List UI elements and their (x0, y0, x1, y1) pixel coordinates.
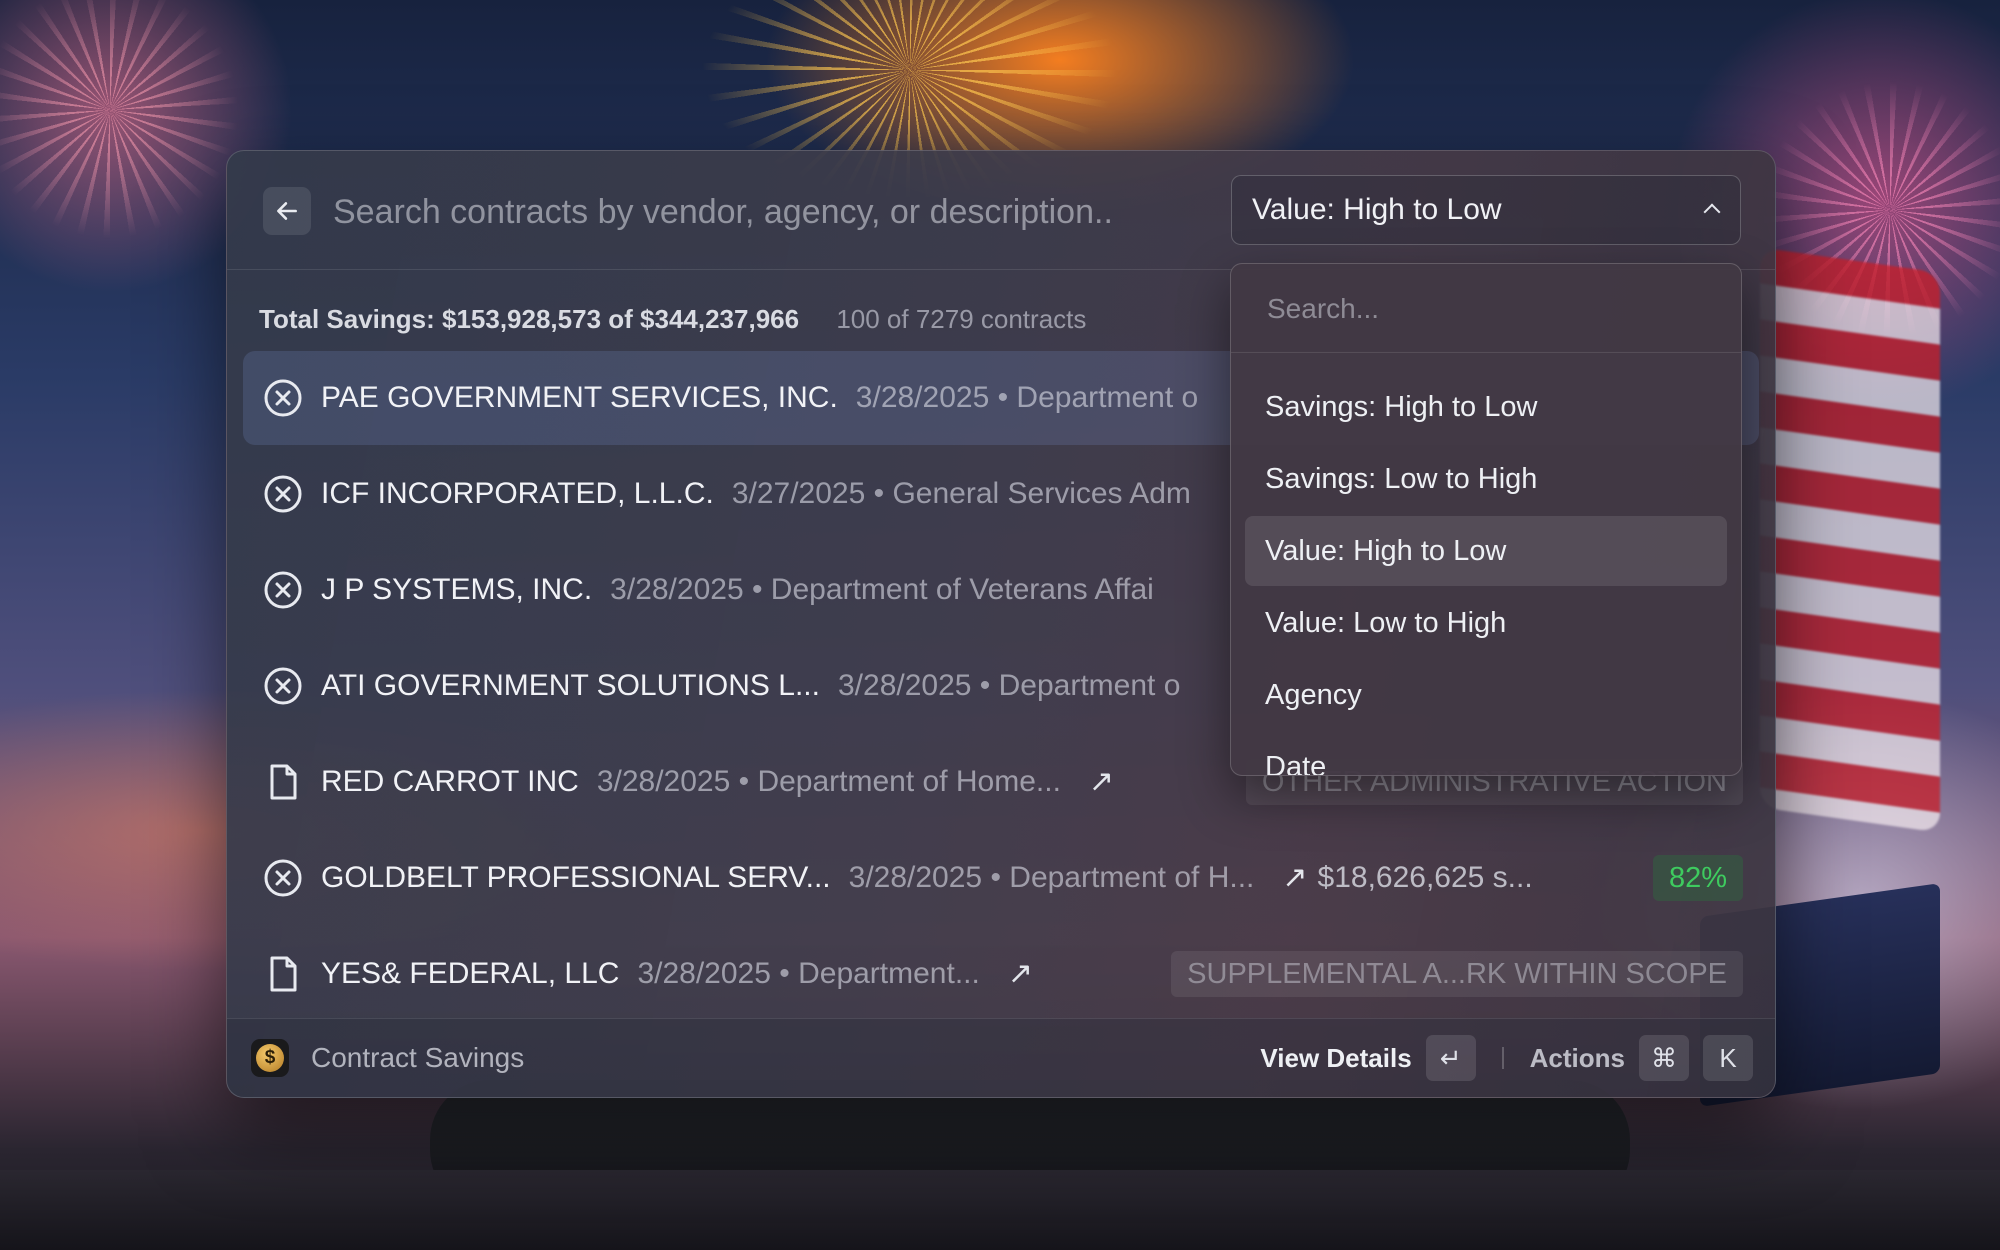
list-item[interactable]: GOLDBELT PROFESSIONAL SERV... 3/28/2025 •… (243, 831, 1759, 925)
sort-option-savings-high-low[interactable]: Savings: High to Low (1245, 372, 1727, 442)
external-link-icon[interactable]: ↗ (1008, 957, 1033, 990)
action-bar: $ Contract Savings View Details ↵ Action… (227, 1018, 1775, 1097)
document-icon (270, 956, 297, 992)
results-summary: Total Savings: $153,928,573 of $344,237,… (259, 301, 1086, 337)
savings-percent-badge: 82% (1652, 855, 1743, 901)
k-key-hint: K (1703, 1035, 1753, 1081)
vendor-name: RED CARROT INC (321, 765, 579, 798)
sort-dropdown[interactable]: Value: High to Low (1231, 175, 1741, 245)
dollar-coin-icon: $ (256, 1044, 284, 1072)
vendor-name: GOLDBELT PROFESSIONAL SERV... (321, 861, 831, 894)
wallpaper-flag (1760, 247, 1940, 833)
sort-option-value-high-low[interactable]: Value: High to Low (1245, 516, 1727, 586)
chevron-up-icon (1703, 203, 1721, 221)
sort-option-value-low-high[interactable]: Value: Low to High (1245, 588, 1727, 658)
view-details-button[interactable]: View Details (1260, 1043, 1411, 1074)
cancel-circle-icon (264, 379, 302, 417)
cancel-circle-icon (264, 475, 302, 513)
cancel-circle-icon (264, 859, 302, 897)
external-link-icon[interactable]: ↗ (1282, 861, 1307, 894)
actions-button[interactable]: Actions (1530, 1043, 1625, 1074)
contract-count: 100 of 7279 contracts (836, 304, 1087, 334)
sort-option-savings-low-high[interactable]: Savings: Low to High (1245, 444, 1727, 514)
search-input[interactable] (331, 181, 1205, 243)
vendor-name: YES& FEDERAL, LLC (321, 957, 620, 990)
cancel-circle-icon (264, 571, 302, 609)
total-savings: Total Savings: $153,928,573 of $344,237,… (259, 304, 800, 334)
vendor-name: PAE GOVERNMENT SERVICES, INC. (321, 381, 838, 414)
app-name: Contract Savings (311, 1042, 525, 1073)
contract-meta: 3/28/2025 • Department o (855, 381, 1199, 414)
command-key-hint: ⌘ (1639, 1035, 1689, 1081)
contract-meta: 3/27/2025 • General Services Adm (731, 477, 1191, 510)
vendor-name: J P SYSTEMS, INC. (321, 573, 593, 606)
sort-option-date[interactable]: Date (1245, 732, 1727, 775)
wallpaper-firework (0, 0, 240, 240)
wallpaper-ground (0, 1170, 2000, 1250)
cancel-circle-icon (264, 667, 302, 705)
document-icon (270, 764, 297, 800)
arrow-left-icon (277, 202, 297, 220)
app-logo: $ (251, 1039, 289, 1077)
contract-meta: 3/28/2025 • Department o (837, 669, 1181, 702)
sort-dropdown-value: Value: High to Low (1252, 193, 1502, 226)
contract-meta: 3/28/2025 • Department of Veterans Affai (610, 573, 1154, 606)
enter-key-hint: ↵ (1425, 1035, 1476, 1081)
contract-meta: 3/28/2025 • Department... (637, 957, 980, 990)
dropdown-search (1231, 264, 1741, 353)
savings-amount: $18,626,625 s... (1317, 861, 1533, 894)
modification-tag: SUPPLEMENTAL A...RK WITHIN SCOPE (1171, 951, 1743, 997)
contract-meta: 3/28/2025 • Department of H... (848, 861, 1255, 894)
sort-options: Savings: High to Low Savings: Low to Hig… (1245, 372, 1727, 775)
search-bar: Value: High to Low (227, 151, 1775, 270)
external-link-icon[interactable]: ↗ (1089, 765, 1114, 798)
divider (1501, 1047, 1504, 1069)
sort-option-agency[interactable]: Agency (1245, 660, 1727, 730)
list-item[interactable]: YES& FEDERAL, LLC 3/28/2025 • Department.… (243, 927, 1759, 1021)
back-button[interactable] (263, 187, 311, 235)
vendor-name: ICF INCORPORATED, L.L.C. (321, 477, 714, 510)
sort-dropdown-menu: Savings: High to Low Savings: Low to Hig… (1230, 263, 1742, 776)
dropdown-search-input[interactable] (1265, 284, 1689, 334)
vendor-name: ATI GOVERNMENT SOLUTIONS L... (321, 669, 820, 702)
contract-meta: 3/28/2025 • Department of Home... (596, 765, 1061, 798)
